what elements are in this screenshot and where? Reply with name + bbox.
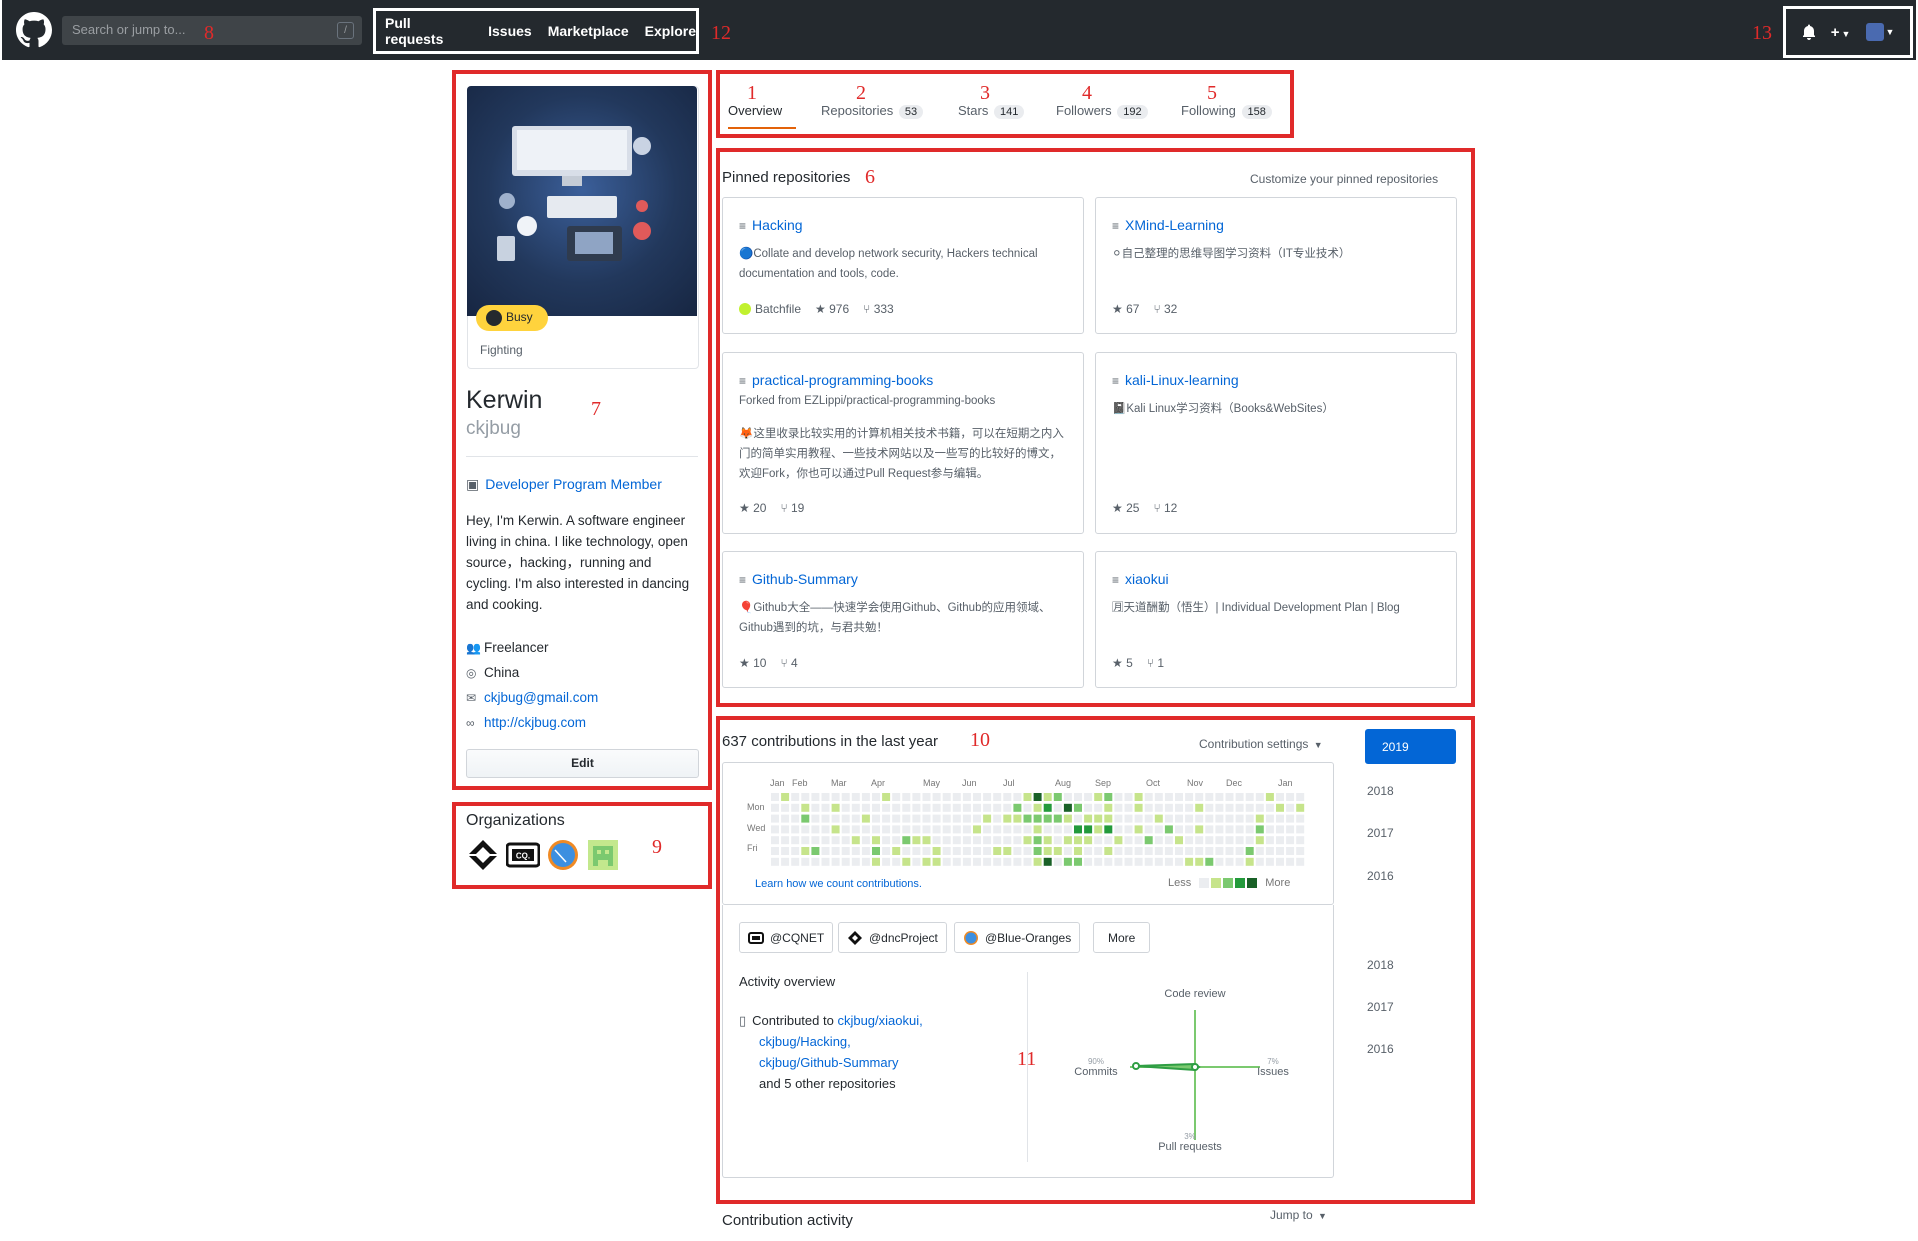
annotation-number: 7 <box>591 398 601 420</box>
top-header: Search or jump to... / Pull requests Iss… <box>2 0 1916 60</box>
github-logo-icon[interactable] <box>16 12 52 48</box>
nav-pull-requests[interactable]: Pull requests <box>385 15 472 47</box>
search-shortcut-key: / <box>337 22 354 39</box>
annotation-number: 5 <box>1207 82 1217 104</box>
annotation-number: 2 <box>856 82 866 104</box>
nav-marketplace[interactable]: Marketplace <box>548 23 629 39</box>
search-placeholder: Search or jump to... <box>72 22 186 37</box>
chevron-down-icon: ▼ <box>1318 1211 1327 1221</box>
annotation-number: 11 <box>1017 1048 1037 1070</box>
annotation-number: 1 <box>747 82 757 104</box>
main-nav: Pull requests Issues Marketplace Explore <box>373 8 699 54</box>
header-actions: + ▼ ▼ <box>1783 6 1913 58</box>
chevron-down-icon: ▼ <box>1885 27 1895 37</box>
bell-icon[interactable] <box>1802 24 1816 40</box>
nav-issues[interactable]: Issues <box>488 23 532 39</box>
annotation-box-pinned <box>716 148 1475 707</box>
avatar <box>1865 23 1884 41</box>
annotation-number: 8 <box>204 22 214 44</box>
annotation-number: 13 <box>1752 22 1772 44</box>
chevron-down-icon: ▼ <box>1841 28 1851 39</box>
annotation-number: 3 <box>980 82 990 104</box>
annotation-number: 9 <box>652 836 662 858</box>
user-menu-dropdown[interactable]: ▼ <box>1865 23 1895 41</box>
annotation-number: 6 <box>865 166 875 188</box>
jump-to-dropdown[interactable]: Jump to ▼ <box>1270 1208 1327 1222</box>
annotation-box-orgs <box>452 802 712 889</box>
annotation-number: 4 <box>1082 82 1092 104</box>
annotation-box-profile <box>452 70 712 790</box>
annotation-number: 10 <box>970 729 990 751</box>
annotation-number: 12 <box>711 22 731 44</box>
contribution-activity-title: Contribution activity <box>722 1212 853 1229</box>
create-new-dropdown[interactable]: + ▼ <box>1831 24 1851 41</box>
annotation-box-contributions <box>716 716 1475 1204</box>
nav-explore[interactable]: Explore <box>645 23 696 39</box>
